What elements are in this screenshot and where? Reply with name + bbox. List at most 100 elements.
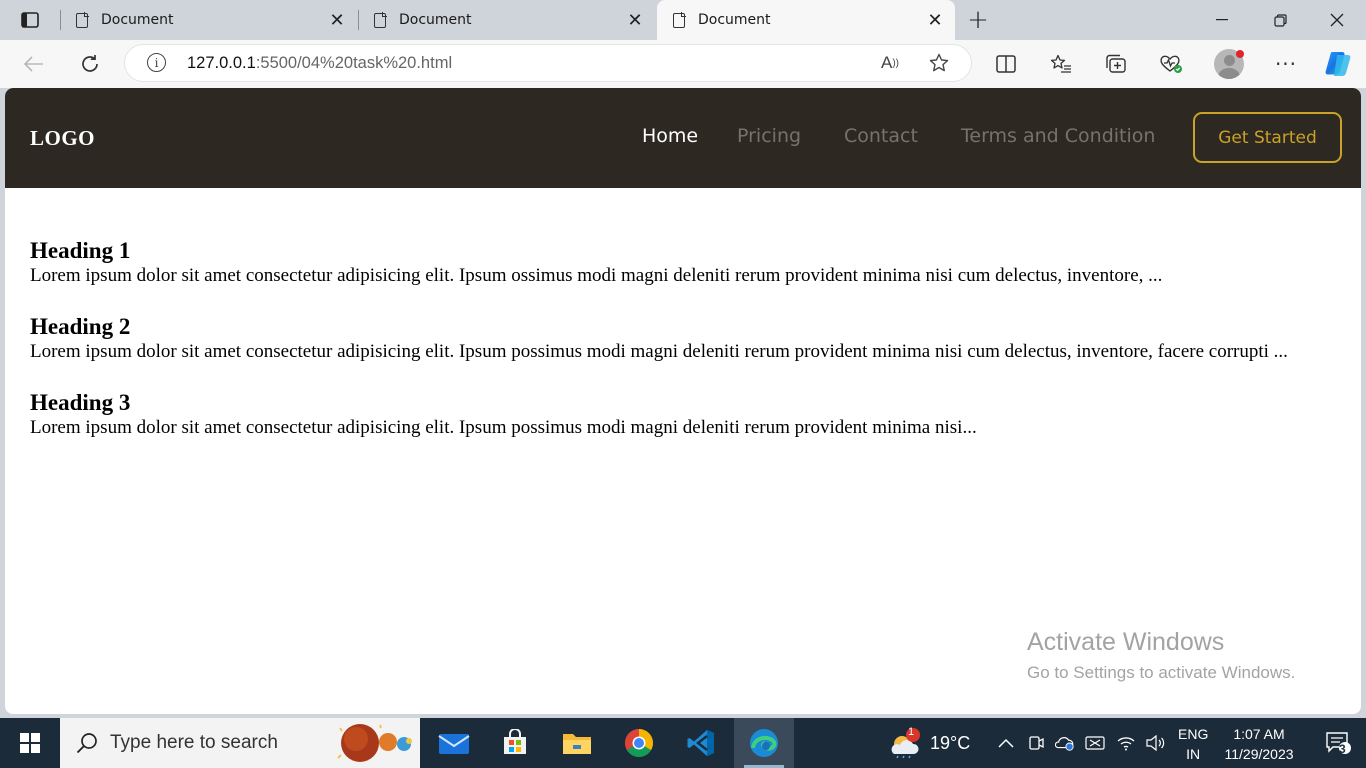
url-host: 127.0.0.1 xyxy=(187,54,256,72)
collections-button[interactable] xyxy=(1100,48,1132,80)
refresh-icon xyxy=(82,55,98,72)
section-body: Lorem ipsum dolor sit amet consectetur a… xyxy=(30,417,977,438)
content-section: Heading 2 Lorem ipsum dolor sit amet con… xyxy=(30,314,1345,364)
favorites-list-icon xyxy=(1050,54,1071,73)
back-arrow-icon xyxy=(24,56,43,72)
search-highlight-planets-icon xyxy=(337,724,412,762)
minimize-button[interactable] xyxy=(1193,0,1251,40)
site-logo[interactable]: LOGO xyxy=(30,126,95,151)
keyboard-region: IN xyxy=(1186,746,1201,762)
show-hidden-icons-button[interactable] xyxy=(996,733,1016,753)
notification-icon xyxy=(1326,732,1351,754)
tab-title: Document xyxy=(399,12,472,28)
edge-icon xyxy=(750,729,778,757)
nav-link-contact[interactable]: Contact xyxy=(844,125,918,147)
mail-icon xyxy=(438,734,470,754)
store-icon xyxy=(504,729,526,754)
browser-toolbar: i 127.0.0.1:5500/04%20task%20.html A)) ·… xyxy=(0,40,1366,88)
language-indicator[interactable]: ENG IN xyxy=(1178,724,1208,764)
tab-title: Document xyxy=(101,12,174,28)
taskbar-chrome[interactable] xyxy=(609,718,669,768)
start-button[interactable] xyxy=(0,718,60,768)
collections-icon xyxy=(1106,54,1126,73)
clock-time: 1:07 AM xyxy=(1233,726,1285,742)
favorites-button[interactable] xyxy=(1045,48,1077,80)
section-heading: Heading 1 xyxy=(30,238,131,263)
site-navbar: LOGO Home Pricing Contact Terms and Cond… xyxy=(5,88,1361,188)
watermark-subtitle: Go to Settings to activate Windows. xyxy=(1027,663,1296,682)
restore-button[interactable] xyxy=(1251,0,1309,40)
onedrive-sync-icon[interactable] xyxy=(1055,733,1075,753)
browser-tab[interactable]: Document ✕ xyxy=(358,0,655,40)
wifi-icon[interactable] xyxy=(1116,733,1136,753)
windows-taskbar: Type here to search 1 19°C ENG IN 1:07 A… xyxy=(0,718,1366,768)
url-text[interactable]: 127.0.0.1:5500/04%20task%20.html xyxy=(187,54,452,73)
tab-actions-icon xyxy=(21,12,39,28)
language-code: ENG xyxy=(1178,726,1209,742)
nav-link-home[interactable]: Home xyxy=(642,125,698,147)
close-tab-icon[interactable]: ✕ xyxy=(621,6,649,34)
browser-tab-strip: Document ✕ Document ✕ Document ✕ + xyxy=(0,0,1366,40)
volume-icon[interactable] xyxy=(1145,733,1165,753)
copilot-icon xyxy=(1325,52,1351,76)
temperature-text: 19°C xyxy=(930,732,971,753)
close-tab-icon[interactable]: ✕ xyxy=(921,6,949,34)
main-content: Heading 1 Lorem ipsum dolor sit amet con… xyxy=(30,238,1345,466)
weather-widget[interactable]: 1 19°C xyxy=(888,718,970,768)
tab-actions-button[interactable] xyxy=(8,6,52,34)
browser-essentials-button[interactable] xyxy=(1155,48,1187,80)
weather-alert-badge: 1 xyxy=(908,726,915,738)
taskbar-mail-app[interactable] xyxy=(424,718,484,768)
copilot-button[interactable] xyxy=(1322,48,1354,80)
address-bar[interactable]: i 127.0.0.1:5500/04%20task%20.html A)) xyxy=(125,45,971,81)
restore-icon xyxy=(1273,13,1287,27)
clock-date: 11/29/2023 xyxy=(1224,746,1294,762)
browser-essentials-icon xyxy=(1160,55,1182,73)
browser-tab[interactable]: Document ✕ xyxy=(60,0,357,40)
get-started-button[interactable]: Get Started xyxy=(1193,112,1342,163)
site-info-icon[interactable]: i xyxy=(147,53,166,72)
section-heading: Heading 3 xyxy=(30,390,131,415)
nav-link-pricing[interactable]: Pricing xyxy=(737,125,801,147)
close-window-button[interactable] xyxy=(1308,0,1366,40)
close-tab-icon[interactable]: ✕ xyxy=(323,6,351,34)
taskbar-search-box[interactable]: Type here to search xyxy=(60,718,420,768)
taskbar-file-explorer[interactable] xyxy=(547,718,607,768)
search-placeholder: Type here to search xyxy=(110,732,278,753)
taskbar-edge-active[interactable] xyxy=(734,718,794,768)
section-body: Lorem ipsum dolor sit amet consectetur a… xyxy=(30,341,1288,362)
refresh-button[interactable] xyxy=(74,48,106,80)
split-screen-icon xyxy=(996,55,1016,73)
browser-tab-active[interactable]: Document ✕ xyxy=(657,0,955,40)
document-icon xyxy=(673,11,686,28)
taskbar-vscode[interactable] xyxy=(671,718,731,768)
split-screen-button[interactable] xyxy=(990,48,1022,80)
section-heading: Heading 2 xyxy=(30,314,131,339)
settings-more-button[interactable]: ··· xyxy=(1270,48,1302,80)
content-section: Heading 1 Lorem ipsum dolor sit amet con… xyxy=(30,238,1345,288)
folder-icon xyxy=(563,734,591,754)
vscode-icon xyxy=(687,730,714,756)
new-tab-button[interactable]: + xyxy=(962,4,994,36)
activate-windows-watermark: Activate Windows Go to Settings to activ… xyxy=(1027,628,1295,683)
taskbar-store-app[interactable] xyxy=(485,718,545,768)
system-clock[interactable]: 1:07 AM 11/29/2023 xyxy=(1214,724,1304,764)
read-aloud-icon[interactable]: A)) xyxy=(879,52,901,74)
notification-count: 3 xyxy=(1339,742,1346,756)
profile-notification-dot xyxy=(1236,50,1244,58)
input-method-icon[interactable] xyxy=(1085,733,1105,753)
tab-title: Document xyxy=(698,12,771,28)
section-body: Lorem ipsum dolor sit amet consectetur a… xyxy=(30,265,1163,286)
document-icon xyxy=(76,11,89,28)
back-button[interactable] xyxy=(18,48,50,80)
search-icon xyxy=(76,733,97,754)
watermark-title: Activate Windows xyxy=(1027,628,1225,656)
windows-logo-icon xyxy=(20,733,40,753)
notification-center-button[interactable]: 3 xyxy=(1310,718,1366,768)
favorite-star-icon[interactable] xyxy=(928,52,950,74)
meet-now-icon[interactable] xyxy=(1026,733,1046,753)
nav-link-terms[interactable]: Terms and Condition xyxy=(961,125,1155,147)
content-section: Heading 3 Lorem ipsum dolor sit amet con… xyxy=(30,390,1345,440)
chrome-icon xyxy=(625,729,653,757)
document-icon xyxy=(374,11,387,28)
